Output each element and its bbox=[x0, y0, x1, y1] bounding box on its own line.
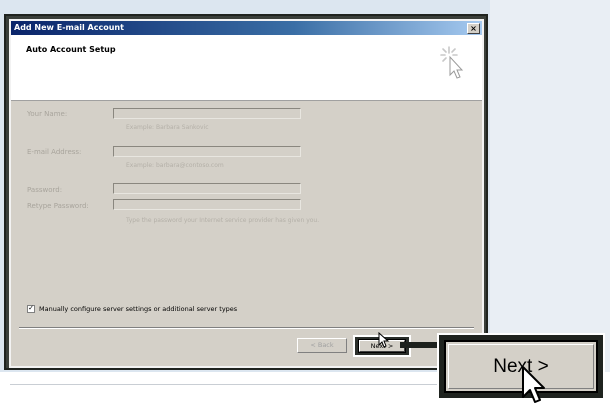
manual-config-checkbox[interactable]: ✓ bbox=[27, 305, 35, 313]
wizard-header: Auto Account Setup bbox=[11, 35, 482, 101]
retype-password-input[interactable] bbox=[113, 199, 301, 210]
close-button[interactable]: × bbox=[467, 23, 480, 34]
password-hint: Type the password your Internet service … bbox=[126, 217, 320, 224]
dialog-titlebar[interactable]: Add New E-mail Account × bbox=[11, 21, 482, 35]
back-button[interactable]: < Back bbox=[297, 338, 347, 353]
mouse-pointer-icon bbox=[378, 332, 390, 348]
email-label: E-mail Address: bbox=[27, 148, 82, 156]
name-label: Your Name: bbox=[27, 110, 68, 118]
name-input[interactable] bbox=[113, 108, 301, 119]
manual-config-label[interactable]: Manually configure server settings or ad… bbox=[39, 305, 237, 313]
email-input[interactable] bbox=[113, 146, 301, 157]
password-label: Password: bbox=[27, 186, 63, 194]
password-input[interactable] bbox=[113, 183, 301, 194]
page-divider bbox=[10, 384, 455, 385]
zoomed-mouse-pointer-icon bbox=[522, 366, 545, 403]
dialog-title: Add New E-mail Account bbox=[14, 23, 124, 32]
button-separator bbox=[19, 327, 474, 329]
retype-password-label: Retype Password: bbox=[27, 202, 89, 210]
wizard-sparkle-icon bbox=[440, 46, 464, 79]
wizard-step-title: Auto Account Setup bbox=[26, 45, 116, 54]
callout-connector bbox=[400, 342, 440, 348]
name-hint: Example: Barbara Sankovic bbox=[126, 124, 209, 131]
add-email-account-dialog: Add New E-mail Account × Auto Account Se… bbox=[9, 19, 484, 368]
email-hint: Example: barbara@contoso.com bbox=[126, 162, 224, 169]
